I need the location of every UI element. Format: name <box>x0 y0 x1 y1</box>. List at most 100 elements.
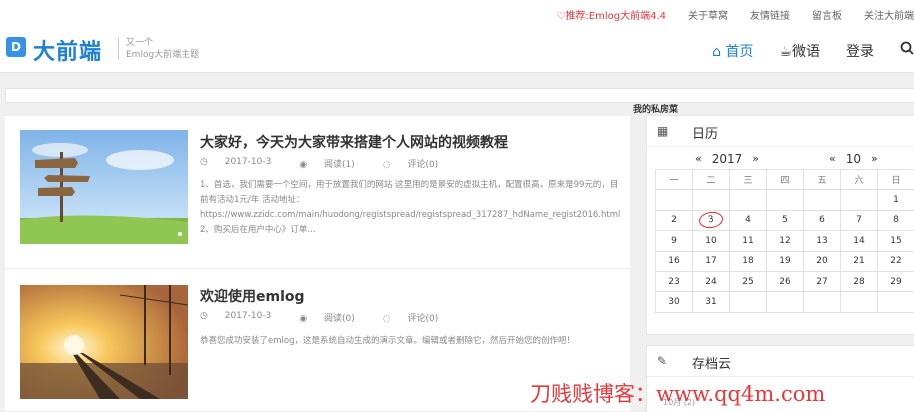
post-comments[interactable]: ◌ 评论(0) <box>383 311 452 324</box>
logo-divider <box>118 38 119 60</box>
calendar-week: 1 <box>656 190 914 210</box>
top-links: ♡推荐:Emlog大前端4.4 关于草窝 友情链接 留言板 关注大前端 <box>534 7 914 22</box>
calendar-icon: ▦ <box>657 124 668 138</box>
circled-day: 3 <box>698 211 724 230</box>
nav-home-label: 首页 <box>725 44 753 60</box>
slogan-line1: 又一个 <box>126 37 199 49</box>
post-thumbnail-railway[interactable] <box>20 285 188 399</box>
calendar-day: 22 <box>878 251 914 271</box>
recommend-label: Emlog大前端4.4 <box>589 11 666 22</box>
post-views-text: 阅读(0) <box>324 314 355 324</box>
calendar-day-highlighted[interactable]: 3 <box>693 210 730 230</box>
weekday-cell: 四 <box>767 170 804 190</box>
calendar-title: 日历 <box>692 123 718 142</box>
comment-icon: ◌ <box>383 314 391 324</box>
calendar-year-nav: « 2017 » <box>695 152 769 166</box>
weekday-cell: 日 <box>878 170 914 190</box>
post-excerpt: 1、首选，我们需要一个空间，用于放置我们的网站 这里用的是景安的虚拟主机，配置很… <box>200 178 620 238</box>
calendar-day <box>730 292 767 312</box>
content-band <box>5 88 914 103</box>
calendar-day <box>656 190 693 210</box>
post-date-text: 2017-10-3 <box>225 157 272 167</box>
calendar-day <box>730 190 767 210</box>
post-comments[interactable]: ◌ 评论(0) <box>383 157 452 170</box>
post-date-text: 2017-10-3 <box>225 311 272 321</box>
post-title[interactable]: 大家好，今天为大家带来搭建个人网站的视频教程 <box>200 132 508 152</box>
calendar-day: 16 <box>656 251 693 271</box>
calendar-year: 2017 <box>712 152 743 166</box>
post-comments-text: 评论(0) <box>408 160 439 170</box>
eye-icon: ◉ <box>299 160 307 170</box>
calendar-month-nav: « 10 » <box>829 152 888 166</box>
calendar-day <box>841 292 878 312</box>
nav-weiyu-label: 微语 <box>792 44 820 60</box>
calendar-day: 17 <box>693 251 730 271</box>
calendar-week: 9 10 11 12 13 14 15 <box>656 231 914 251</box>
nav-home[interactable]: ⌂ 首页 <box>712 41 753 61</box>
calendar-widget: ▦ 日历 « 2017 » « 10 » 一 二 三 四 五 六 日 1 <box>646 115 914 335</box>
calendar-week: 30 31 <box>656 292 914 312</box>
post-comments-text: 评论(0) <box>408 314 439 324</box>
logo-text[interactable]: 大前端 <box>33 34 102 66</box>
calendar-day: 31 <box>693 292 730 312</box>
home-icon: ⌂ <box>712 44 721 60</box>
calendar-day: 15 <box>878 231 914 251</box>
recommend-prefix: 推荐: <box>565 11 588 22</box>
post-thumbnail-signpost[interactable] <box>20 130 188 244</box>
calendar-day <box>804 190 841 210</box>
site-slogan: 又一个 Emlog大前端主题 <box>126 37 199 61</box>
site-header: D 大前端 又一个 Emlog大前端主题 ⌂ 首页 ☕微语 登录 <box>0 28 914 73</box>
calendar-week: 23 24 25 26 27 28 29 <box>656 271 914 291</box>
calendar-day: 13 <box>804 231 841 251</box>
calendar-day: 24 <box>693 271 730 291</box>
top-link-friends[interactable]: 友情链接 <box>750 7 790 22</box>
post-views: ◉ 阅读(1) <box>299 157 368 170</box>
archive-title: 存档云 <box>692 353 731 372</box>
post-excerpt: 恭喜您成功安装了emlog，这是系统自动生成的演示文章。编辑或者删除它，然后开始… <box>200 334 620 349</box>
nav-weiyu[interactable]: ☕微语 <box>779 41 820 61</box>
search-icon[interactable] <box>900 41 914 61</box>
calendar-grid: 一 二 三 四 五 六 日 1 2 3 4 5 6 7 8 9 <box>655 169 914 313</box>
archive-header: ✎ 存档云 <box>647 346 914 377</box>
post-meta: ◷ 2017-10-3 ◉ 阅读(1) ◌ 评论(0) <box>200 157 466 170</box>
top-link-recommend[interactable]: ♡推荐:Emlog大前端4.4 <box>556 7 666 22</box>
weekday-cell: 一 <box>656 170 693 190</box>
calendar-day: 10 <box>693 231 730 251</box>
weekday-row: 一 二 三 四 五 六 日 <box>656 170 914 190</box>
post-title[interactable]: 欢迎使用emlog <box>200 286 305 306</box>
calendar-day <box>767 292 804 312</box>
weekday-cell: 三 <box>730 170 767 190</box>
post-views-text: 阅读(1) <box>324 160 355 170</box>
top-bar: ♡推荐:Emlog大前端4.4 关于草窝 友情链接 留言板 关注大前端 <box>0 0 914 28</box>
next-month-button[interactable]: » <box>871 152 878 166</box>
nav-login[interactable]: 登录 <box>846 41 874 61</box>
calendar-day: 28 <box>841 271 878 291</box>
prev-month-button[interactable]: « <box>829 152 836 166</box>
top-link-about[interactable]: 关于草窝 <box>688 7 728 22</box>
calendar-day: 23 <box>656 271 693 291</box>
calendar-day: 9 <box>656 231 693 251</box>
calendar-day: 6 <box>804 210 841 230</box>
eye-icon: ◉ <box>299 314 307 324</box>
calendar-day: 8 <box>878 210 914 230</box>
pencil-icon: ✎ <box>657 354 667 368</box>
coffee-icon: ☕ <box>779 44 792 60</box>
top-link-follow[interactable]: 关注大前端 <box>864 7 914 22</box>
main-nav: ⌂ 首页 ☕微语 登录 <box>712 41 914 61</box>
calendar-day: 26 <box>767 271 804 291</box>
calendar-day <box>693 190 730 210</box>
next-year-button[interactable]: » <box>752 152 759 166</box>
logo-icon[interactable]: D <box>6 37 26 57</box>
calendar-day: 19 <box>767 251 804 271</box>
calendar-day: 4 <box>730 210 767 230</box>
prev-year-button[interactable]: « <box>695 152 702 166</box>
calendar-day <box>804 292 841 312</box>
calendar-day: 25 <box>730 271 767 291</box>
calendar-day: 29 <box>878 271 914 291</box>
calendar-day: 7 <box>841 210 878 230</box>
comment-icon: ◌ <box>383 160 391 170</box>
calendar-day: 12 <box>767 231 804 251</box>
sidebar-heading: 我的私房菜 <box>633 102 678 115</box>
top-link-guestbook[interactable]: 留言板 <box>812 7 842 22</box>
clock-icon: ◷ <box>200 157 208 167</box>
